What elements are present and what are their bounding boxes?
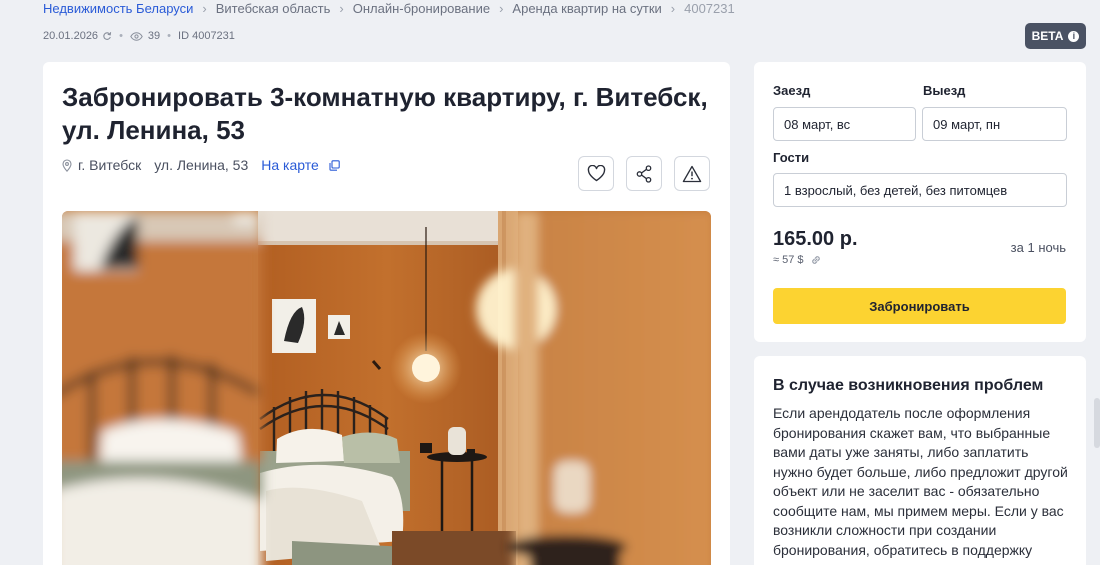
info-icon: i (1068, 30, 1080, 42)
share-icon (636, 164, 652, 183)
price-usd-value: ≈ 57 $ (773, 254, 804, 266)
link-icon[interactable] (810, 254, 822, 266)
help-panel: В случае возникновения проблем Если арен… (754, 356, 1086, 565)
breadcrumb-item-daily-rent[interactable]: Аренда квартир на сутки (512, 1, 661, 16)
breadcrumb-item-realty-belarus[interactable]: Недвижимость Беларуси (43, 1, 193, 16)
beta-label: BETA (1031, 29, 1064, 43)
copy-icon[interactable] (329, 159, 340, 171)
breadcrumb: Недвижимость Беларуси › Витебская област… (43, 1, 735, 16)
report-button[interactable] (674, 156, 710, 191)
separator-dot: • (167, 30, 172, 42)
listing-card: Забронировать 3-комнатную квартиру, г. В… (43, 62, 730, 565)
chevron-right-icon: › (339, 1, 344, 16)
price-value: 165.00 р. (773, 228, 858, 250)
book-button[interactable]: Забронировать (773, 288, 1066, 324)
booking-panel: Заезд Выезд 08 март, вс 09 март, пн Гост… (754, 62, 1086, 342)
listing-date: 20.01.2026 (43, 30, 99, 42)
show-on-map-link[interactable]: На карте (261, 157, 319, 173)
page-title: Забронировать 3-комнатную квартиру, г. В… (62, 82, 708, 145)
listing-location: г. Витебск ул. Ленина, 53 На карте (62, 157, 340, 173)
price-usd: ≈ 57 $ (773, 254, 822, 266)
guests-label: Гости (773, 150, 810, 165)
checkin-label: Заезд (773, 83, 811, 98)
listing-street: ул. Ленина, 53 (154, 157, 249, 173)
breadcrumb-item-current: 4007231 (684, 1, 735, 16)
checkout-date-field[interactable]: 09 март, пн (922, 107, 1067, 141)
warning-icon (682, 165, 702, 182)
favorite-button[interactable] (578, 156, 614, 191)
chevron-right-icon: › (499, 1, 504, 16)
price-period: за 1 ночь (1010, 240, 1066, 255)
views-count: 39 (147, 30, 161, 42)
chevron-right-icon: › (202, 1, 207, 16)
beta-badge[interactable]: BETA i (1025, 23, 1086, 49)
heart-icon (587, 165, 605, 182)
separator-dot: • (119, 30, 123, 42)
scrollbar[interactable] (1094, 398, 1100, 448)
listing-meta: 20.01.2026 • 39 • ID 4007231 (43, 30, 235, 42)
breadcrumb-item-online-booking[interactable]: Онлайн-бронирование (353, 1, 490, 16)
listing-photo[interactable] (62, 211, 711, 565)
help-title: В случае возникновения проблем (773, 377, 1044, 394)
chevron-right-icon: › (670, 1, 676, 16)
listing-city: г. Витебск (78, 157, 142, 173)
help-text: Если арендодатель после оформления брони… (773, 405, 1068, 558)
refresh-icon (103, 32, 112, 40)
checkin-date-field[interactable]: 08 март, вс (773, 107, 916, 141)
map-pin-icon (62, 158, 72, 172)
checkout-label: Выезд (923, 83, 966, 98)
bedroom-photo (62, 211, 711, 565)
share-button[interactable] (626, 156, 662, 191)
guests-field[interactable]: 1 взрослый, без детей, без питомцев (773, 173, 1067, 207)
listing-id: ID 4007231 (178, 30, 235, 42)
eye-icon (130, 31, 143, 41)
breadcrumb-item-vitebsk-region[interactable]: Витебская область (216, 1, 331, 16)
